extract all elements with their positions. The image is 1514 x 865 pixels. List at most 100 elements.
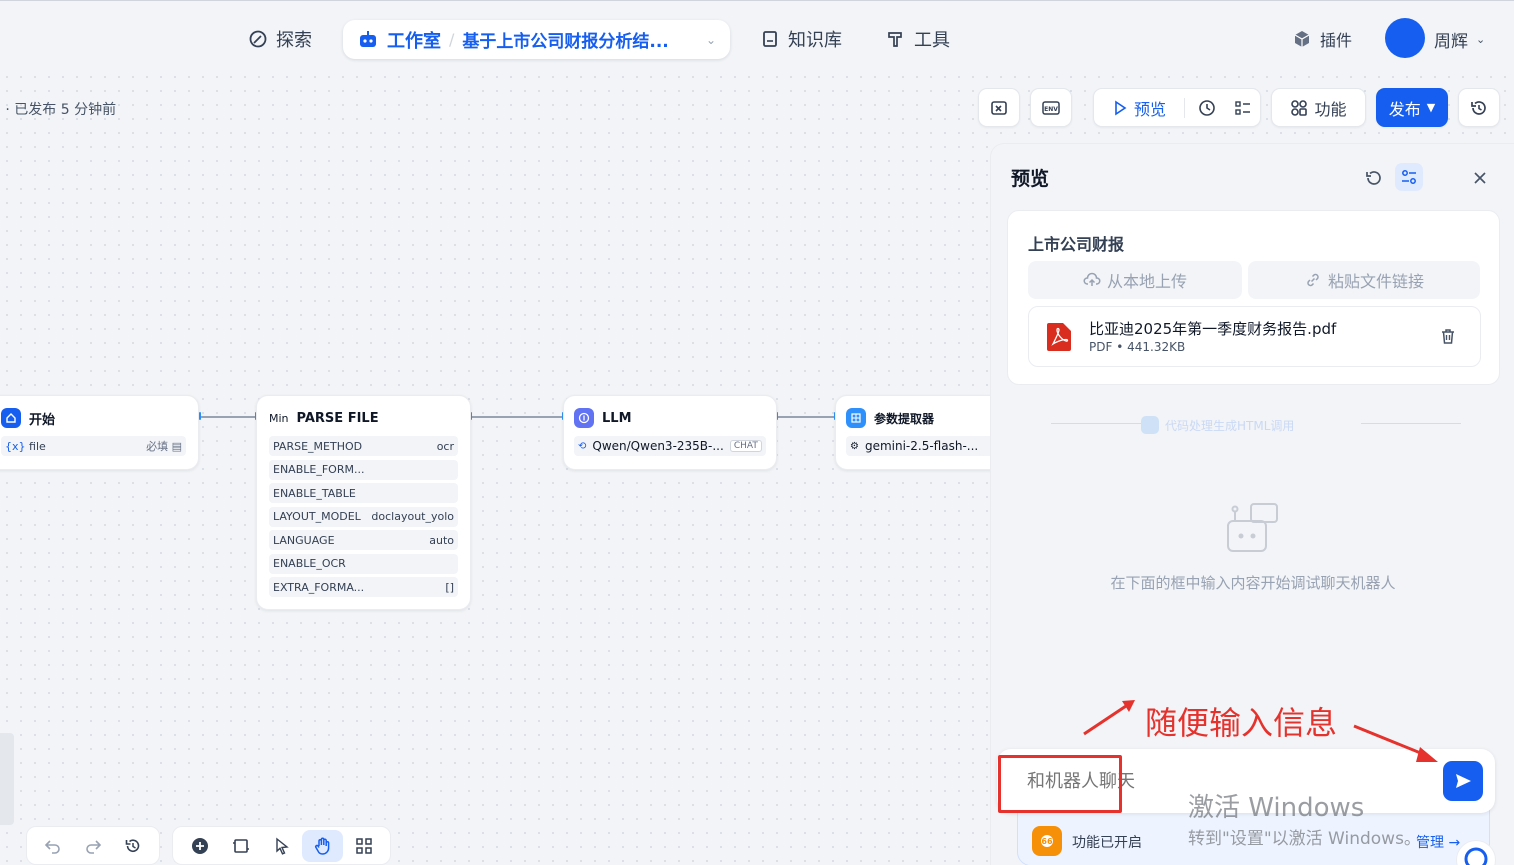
history-icon: [1469, 98, 1489, 118]
app-name: 基于上市公司财报分析结...: [462, 32, 669, 52]
annotation-arrow-right: [1353, 724, 1438, 762]
param-key: LAYOUT_MODEL: [273, 510, 361, 523]
add-note-button[interactable]: [220, 830, 261, 862]
plus-circle-icon: [191, 837, 209, 855]
annotation-highlight-box: [998, 755, 1122, 813]
canvas-toolbar: [172, 826, 391, 865]
svg-text:66: 66: [1041, 837, 1053, 846]
add-node-button[interactable]: [179, 830, 220, 862]
note-icon: [232, 837, 250, 855]
undo-button[interactable]: [33, 830, 73, 862]
publish-button[interactable]: 发布 ▼: [1376, 88, 1448, 127]
features-button[interactable]: 功能: [1271, 88, 1366, 127]
svg-text:ENV: ENV: [1044, 106, 1058, 113]
node-parse-file[interactable]: Min PARSE FILE PARSE_METHOD ocr ENABLE_FOR…: [256, 395, 471, 610]
start-variable: {x} file 必填 ▤: [1, 436, 186, 456]
user-name: 周辉: [1434, 31, 1468, 52]
publish-status: 5 · 已发布 5 分钟前: [0, 102, 117, 118]
uploaded-file: 比亚迪2025年第一季度财务报告.pdf PDF • 441.32KB: [1028, 306, 1481, 367]
checklist-icon[interactable]: [1233, 98, 1253, 118]
param-value: []: [445, 580, 454, 594]
play-icon: [1112, 100, 1128, 116]
variable-icon: {x}: [5, 439, 26, 453]
panel-title: 预览: [1011, 168, 1050, 190]
nav-explore[interactable]: 探索: [248, 23, 312, 55]
param-row: EXTRA_FORMA... []: [269, 577, 458, 597]
send-button[interactable]: [1443, 761, 1483, 801]
user-menu[interactable]: 周辉 ⌄: [1434, 23, 1485, 55]
cursor-icon: [273, 837, 291, 855]
llm-model: ⟲ Qwen/Qwen3-235B-... CHAT: [574, 436, 766, 456]
hammer-icon: [886, 29, 906, 49]
run-history-icon[interactable]: [1197, 98, 1217, 118]
grid-icon: [1290, 99, 1308, 117]
upload-local-button[interactable]: 从本地上传: [1028, 261, 1242, 299]
edge-start-parse: [200, 416, 256, 418]
chatbot-icon: [1225, 501, 1281, 555]
param-value: auto: [429, 533, 454, 547]
nav-tools[interactable]: 工具: [886, 23, 950, 55]
env-button[interactable]: ENV: [1030, 88, 1072, 127]
pointer-mode-button[interactable]: [261, 830, 302, 862]
preview-button[interactable]: 预览: [1134, 96, 1166, 120]
windows-watermark: 激活 Windows 转到"设置"以激活 Windows。: [1188, 793, 1421, 849]
paste-link-button[interactable]: 粘贴文件链接: [1248, 261, 1480, 299]
param-key: ENABLE_OCR: [273, 557, 346, 570]
checklist-button[interactable]: [978, 88, 1020, 127]
history-button[interactable]: [113, 830, 153, 862]
version-history-button[interactable]: [1458, 88, 1500, 127]
file-name: 比亚迪2025年第一季度财务报告.pdf: [1089, 320, 1337, 338]
undo-icon: [44, 837, 62, 855]
reset-icon[interactable]: [1363, 168, 1383, 188]
edge-parse-llm: [471, 416, 563, 418]
organize-button[interactable]: [343, 830, 384, 862]
edge-llm-extractor: [777, 416, 835, 418]
avatar[interactable]: [1385, 18, 1425, 58]
param-key: LANGUAGE: [273, 533, 335, 547]
chevron-down-icon[interactable]: ⌄: [706, 33, 716, 47]
parse-params: PARSE_METHOD ocr ENABLE_FORM... ENABLE_TABL…: [269, 436, 458, 597]
node-parameter-extractor[interactable]: 参数提取器 ⚙ gemini-2.5-flash-...: [835, 395, 1015, 470]
param-key: ENABLE_FORM...: [273, 463, 365, 476]
close-icon[interactable]: [1472, 170, 1488, 186]
nav-plugins[interactable]: 插件: [1292, 23, 1352, 55]
layout-icon: [355, 837, 373, 855]
nav-knowledge[interactable]: 知识库: [760, 23, 842, 55]
file-meta: PDF • 441.32KB: [1089, 340, 1186, 354]
left-panel-handle[interactable]: [0, 733, 14, 825]
studio-app-switcher[interactable]: 工作室 / 基于上市公司财报分析结... ⌄: [343, 20, 730, 59]
redo-icon: [84, 837, 102, 855]
param-row: ENABLE_OCR: [269, 553, 458, 574]
hand-mode-button[interactable]: [302, 829, 343, 862]
env-icon: ENV: [1041, 98, 1061, 118]
home-icon: [1, 408, 21, 428]
input-card: 上市公司财报 从本地上传 粘贴文件链接 比亚迪2025年第一季度财务报告.pdf…: [1007, 210, 1500, 385]
file-icon: ▤: [171, 440, 182, 453]
check-x-icon: [989, 98, 1009, 118]
code-icon: [1141, 416, 1159, 434]
output-port[interactable]: [199, 412, 201, 420]
node-start[interactable]: 开始 {x} file 必填 ▤: [0, 395, 199, 470]
book-icon: [760, 29, 780, 49]
redo-button[interactable]: [73, 830, 113, 862]
cloud-upload-icon: [1083, 271, 1101, 289]
faded-code-node: 代码处理生成HTML调用: [1141, 409, 1356, 441]
send-icon: [1453, 771, 1473, 791]
trash-icon[interactable]: [1439, 327, 1457, 345]
hand-icon: [313, 836, 333, 856]
param-value: ocr: [436, 439, 454, 453]
param-row: LAYOUT_MODEL doclayout_yolo: [269, 506, 458, 527]
manage-link[interactable]: 管理 →: [1416, 832, 1460, 852]
param-key: ENABLE_TABLE: [273, 486, 356, 500]
settings-sliders-icon[interactable]: [1395, 163, 1423, 191]
model-icon: ⟲: [578, 440, 587, 452]
studio-label: 工作室: [387, 30, 441, 52]
param-row: ENABLE_TABLE: [269, 483, 458, 503]
link-icon: [1304, 271, 1322, 289]
top-navigation: 探索 工作室 / 基于上市公司财报分析结... ⌄ 知识库 工具 插件 周辉 ⌄: [0, 0, 1514, 76]
param-row: PARSE_METHOD ocr: [269, 436, 458, 456]
node-llm[interactable]: LLM ⟲ Qwen/Qwen3-235B-... CHAT: [563, 395, 777, 470]
param-value: doclayout_yolo: [371, 510, 454, 523]
model-icon: ⚙: [850, 440, 859, 452]
robot-icon: [357, 30, 379, 50]
